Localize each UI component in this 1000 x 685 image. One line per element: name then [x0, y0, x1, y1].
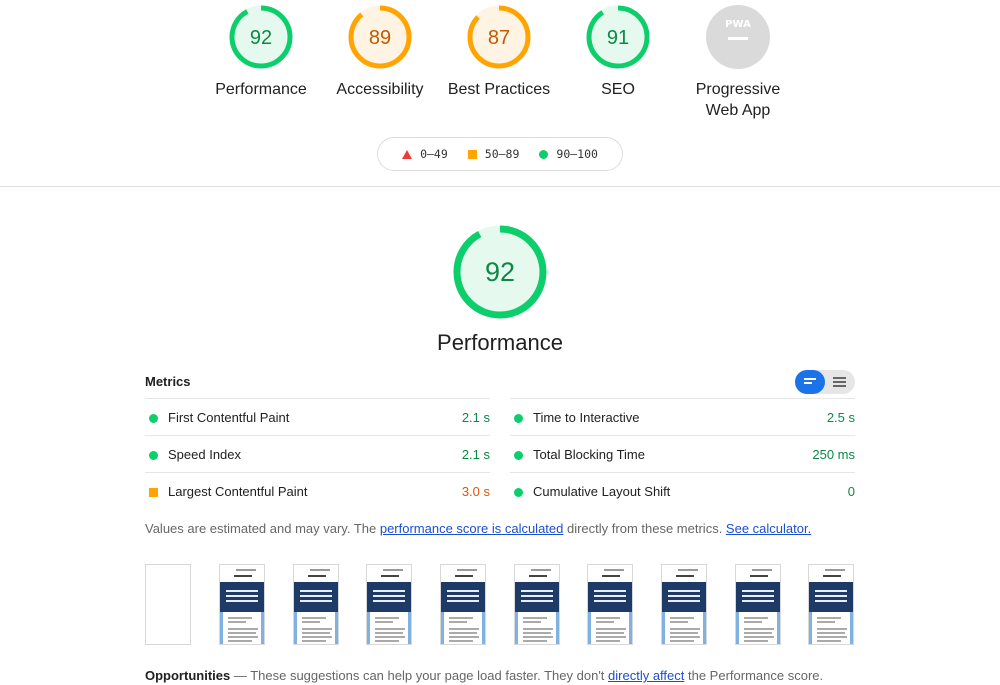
- metric-value: 2.5 s: [826, 410, 855, 425]
- pass-circle-icon: [514, 451, 523, 460]
- legend-average: 50–89: [467, 147, 520, 161]
- seo-label: SEO: [601, 81, 635, 98]
- best-practices-gauge-ring: 87: [467, 5, 531, 69]
- pwa-label-line2: Web App: [705, 102, 771, 119]
- pass-circle-icon: [514, 488, 523, 497]
- pass-circle-icon: [514, 414, 523, 423]
- filmstrip-frame: [587, 564, 633, 645]
- pass-circle-icon: [539, 149, 549, 159]
- performance-main-gauge: 92: [453, 225, 547, 319]
- fail-triangle-icon: [402, 149, 413, 159]
- pass-circle-icon: [149, 414, 158, 423]
- compact-lines-icon: [804, 378, 818, 386]
- metric-first-contentful-paint: First Contentful Paint 2.1 s: [145, 398, 490, 435]
- best-practices-label: Best Practices: [447, 81, 551, 98]
- pwa-badge-icon: PWA: [706, 5, 770, 69]
- metrics-heading: Metrics: [145, 374, 191, 389]
- best-practices-score: 87: [488, 27, 510, 49]
- note-prefix: Values are estimated and may vary. The: [145, 521, 380, 536]
- legend-fail: 0–49: [402, 147, 448, 161]
- gauge-pwa[interactable]: PWA Progressive Web App: [678, 0, 798, 121]
- metric-name: Total Blocking Time: [533, 447, 645, 462]
- metric-name: Time to Interactive: [533, 410, 640, 425]
- metrics-note: Values are estimated and may vary. The p…: [145, 521, 811, 536]
- average-square-icon: [149, 488, 158, 497]
- accessibility-gauge-ring: 89: [348, 5, 412, 69]
- filmstrip-frame: [735, 564, 781, 645]
- legend-average-range: 50–89: [484, 147, 520, 161]
- metric-name: Speed Index: [168, 447, 242, 462]
- score-calculated-link[interactable]: performance score is calculated: [380, 521, 564, 536]
- opportunities-heading: Opportunities — These suggestions can he…: [145, 668, 823, 683]
- filmstrip-frame: [293, 564, 339, 645]
- legend-pass-range: 90–100: [556, 147, 598, 161]
- pwa-badge-text: PWA: [725, 19, 751, 30]
- metric-value: 2.1 s: [461, 410, 490, 425]
- expanded-lines-icon[interactable]: [833, 377, 847, 389]
- seo-gauge-ring: 91: [586, 5, 650, 69]
- metric-speed-index: Speed Index 2.1 s: [145, 435, 490, 472]
- metric-value: 250 ms: [812, 447, 855, 462]
- metric-value: 0: [847, 484, 855, 499]
- metric-name: Largest Contentful Paint: [168, 484, 308, 499]
- filmstrip: [145, 564, 855, 646]
- average-square-icon: [467, 149, 477, 159]
- note-middle: directly from these metrics.: [563, 521, 726, 536]
- see-calculator-link[interactable]: See calculator.: [726, 521, 811, 536]
- filmstrip-frame: [219, 564, 265, 645]
- performance-label: Performance: [215, 81, 307, 98]
- compact-view-button[interactable]: [795, 370, 825, 394]
- gauge-best-practices[interactable]: 87 Best Practices: [439, 0, 559, 100]
- seo-score: 91: [607, 27, 629, 49]
- pass-circle-icon: [149, 451, 158, 460]
- pwa-label: Progressive Web App: [678, 79, 798, 121]
- score-legend: 0–49 50–89 90–100: [377, 137, 623, 171]
- directly-affect-link[interactable]: directly affect: [608, 668, 684, 683]
- opportunities-prefix: — These suggestions can help your page l…: [230, 668, 609, 683]
- metric-name: First Contentful Paint: [168, 410, 290, 425]
- performance-score: 92: [250, 27, 272, 49]
- metric-total-blocking-time: Total Blocking Time 250 ms: [510, 435, 855, 472]
- metric-value: 2.1 s: [461, 447, 490, 462]
- opportunities-title: Opportunities: [145, 668, 231, 683]
- filmstrip-frame: [514, 564, 560, 645]
- metric-largest-contentful-paint: Largest Contentful Paint 3.0 s: [145, 472, 490, 509]
- filmstrip-frame: [366, 564, 412, 645]
- filmstrip-frame: [440, 564, 486, 645]
- gauge-accessibility[interactable]: 89 Accessibility: [320, 0, 440, 100]
- performance-title: Performance: [437, 330, 563, 355]
- gauge-performance[interactable]: 92 Performance: [201, 0, 321, 100]
- accessibility-score: 89: [369, 27, 391, 49]
- filmstrip-frame: [145, 564, 191, 645]
- metrics-view-toggle[interactable]: [795, 370, 855, 394]
- metric-value: 3.0 s: [461, 484, 490, 499]
- filmstrip-frame: [808, 564, 854, 645]
- performance-main-score: 92: [485, 257, 515, 287]
- pwa-label-line1: Progressive: [695, 81, 781, 98]
- metric-time-to-interactive: Time to Interactive 2.5 s: [510, 398, 855, 435]
- gauge-seo[interactable]: 91 SEO: [558, 0, 678, 100]
- metric-name: Cumulative Layout Shift: [533, 484, 671, 499]
- category-gauges: 92 Performance 89 Accessibility 87 Best …: [0, 0, 1000, 125]
- accessibility-label: Accessibility: [336, 81, 424, 98]
- filmstrip-frame: [661, 564, 707, 645]
- section-divider: [0, 186, 1000, 187]
- opportunities-suffix: the Performance score.: [684, 668, 824, 683]
- performance-gauge-ring: 92: [229, 5, 293, 69]
- legend-pass: 90–100: [539, 147, 598, 161]
- metric-cumulative-layout-shift: Cumulative Layout Shift 0: [510, 472, 855, 509]
- legend-fail-range: 0–49: [420, 147, 448, 161]
